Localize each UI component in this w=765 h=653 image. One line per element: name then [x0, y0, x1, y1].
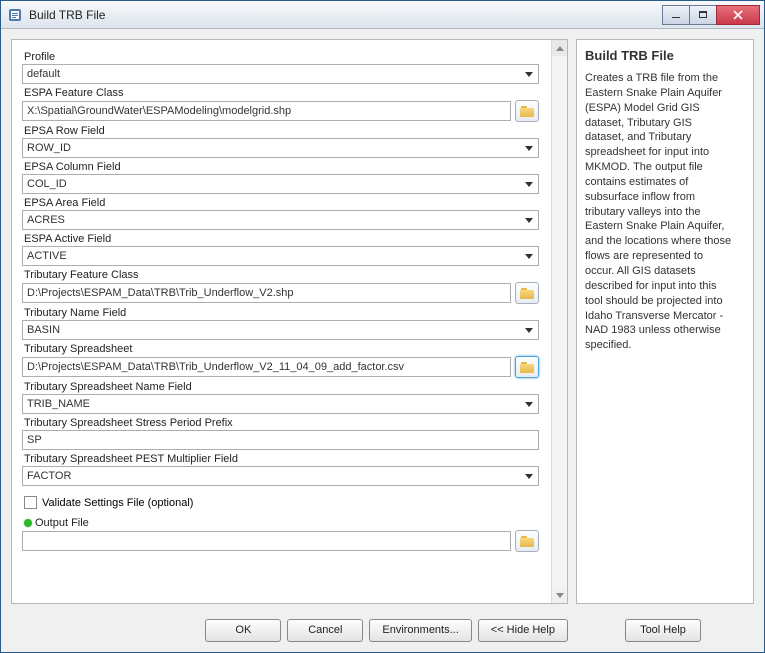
chevron-down-icon	[525, 182, 533, 187]
trib-sheet-sp-input[interactable]	[22, 430, 539, 450]
espa-col-combo[interactable]: COL_ID	[22, 174, 539, 194]
output-label: Output File	[35, 517, 89, 529]
espa-feature-label: ESPA Feature Class	[24, 87, 539, 99]
espa-feature-browse-button[interactable]	[515, 100, 539, 122]
espa-area-value: ACRES	[27, 214, 65, 226]
chevron-down-icon	[525, 218, 533, 223]
espa-feature-input[interactable]	[22, 101, 511, 121]
espa-area-label: EPSA Area Field	[24, 197, 539, 209]
folder-icon	[520, 536, 534, 547]
profile-label: Profile	[24, 51, 539, 63]
chevron-down-icon	[525, 72, 533, 77]
dialog-window: Build TRB File Profile default	[0, 0, 765, 653]
espa-col-label: EPSA Column Field	[24, 161, 539, 173]
espa-area-combo[interactable]: ACRES	[22, 210, 539, 230]
hide-help-button[interactable]: << Hide Help	[478, 619, 568, 642]
cancel-button[interactable]: Cancel	[287, 619, 363, 642]
validate-label: Validate Settings File (optional)	[42, 497, 193, 509]
trib-name-value: BASIN	[27, 324, 60, 336]
espa-active-value: ACTIVE	[27, 250, 67, 262]
espa-active-label: ESPA Active Field	[24, 233, 539, 245]
espa-col-value: COL_ID	[27, 178, 67, 190]
trib-feature-browse-button[interactable]	[515, 282, 539, 304]
tool-help-button[interactable]: Tool Help	[625, 619, 701, 642]
espa-active-combo[interactable]: ACTIVE	[22, 246, 539, 266]
trib-sheet-sp-label: Tributary Spreadsheet Stress Period Pref…	[24, 417, 539, 429]
validate-checkbox[interactable]	[24, 496, 37, 509]
trib-sheet-label: Tributary Spreadsheet	[24, 343, 539, 355]
output-input[interactable]	[22, 531, 511, 551]
espa-row-value: ROW_ID	[27, 142, 71, 154]
trib-sheet-browse-button[interactable]	[515, 356, 539, 378]
close-icon	[733, 10, 743, 20]
client-area: Profile default ESPA Feature Class EPSA …	[1, 29, 764, 652]
app-icon	[7, 7, 23, 23]
form-scrollbar[interactable]	[551, 40, 567, 603]
trib-name-combo[interactable]: BASIN	[22, 320, 539, 340]
trib-sheet-pest-value: FACTOR	[27, 470, 71, 482]
titlebar[interactable]: Build TRB File	[1, 1, 764, 29]
required-marker-icon	[24, 519, 32, 527]
profile-combo[interactable]: default	[22, 64, 539, 84]
chevron-down-icon	[525, 328, 533, 333]
maximize-button[interactable]	[689, 5, 717, 25]
chevron-down-icon	[525, 402, 533, 407]
trib-sheet-name-value: TRIB_NAME	[27, 398, 90, 410]
window-controls	[663, 5, 760, 25]
trib-feature-label: Tributary Feature Class	[24, 269, 539, 281]
window-title: Build TRB File	[29, 8, 663, 22]
profile-value: default	[27, 68, 60, 80]
trib-sheet-name-combo[interactable]: TRIB_NAME	[22, 394, 539, 414]
output-label-row: Output File	[24, 517, 539, 529]
trib-name-label: Tributary Name Field	[24, 307, 539, 319]
trib-sheet-name-label: Tributary Spreadsheet Name Field	[24, 381, 539, 393]
chevron-down-icon	[525, 146, 533, 151]
output-browse-button[interactable]	[515, 530, 539, 552]
button-row: OK Cancel Environments... << Hide Help T…	[1, 608, 764, 652]
trib-sheet-pest-label: Tributary Spreadsheet PEST Multiplier Fi…	[24, 453, 539, 465]
minimize-button[interactable]	[662, 5, 690, 25]
ok-button[interactable]: OK	[205, 619, 281, 642]
close-button[interactable]	[716, 5, 760, 25]
espa-row-combo[interactable]: ROW_ID	[22, 138, 539, 158]
folder-icon	[520, 362, 534, 373]
folder-icon	[520, 288, 534, 299]
help-panel: Build TRB File Creates a TRB file from t…	[576, 39, 754, 604]
environments-button[interactable]: Environments...	[369, 619, 471, 642]
help-body: Creates a TRB file from the Eastern Snak…	[585, 71, 733, 353]
espa-row-label: EPSA Row Field	[24, 125, 539, 137]
content-row: Profile default ESPA Feature Class EPSA …	[1, 29, 764, 608]
folder-icon	[520, 106, 534, 117]
trib-sheet-pest-combo[interactable]: FACTOR	[22, 466, 539, 486]
trib-sheet-input[interactable]	[22, 357, 511, 377]
chevron-down-icon	[525, 254, 533, 259]
form-panel: Profile default ESPA Feature Class EPSA …	[11, 39, 568, 604]
help-title: Build TRB File	[585, 48, 733, 63]
chevron-down-icon	[525, 474, 533, 479]
trib-feature-input[interactable]	[22, 283, 511, 303]
